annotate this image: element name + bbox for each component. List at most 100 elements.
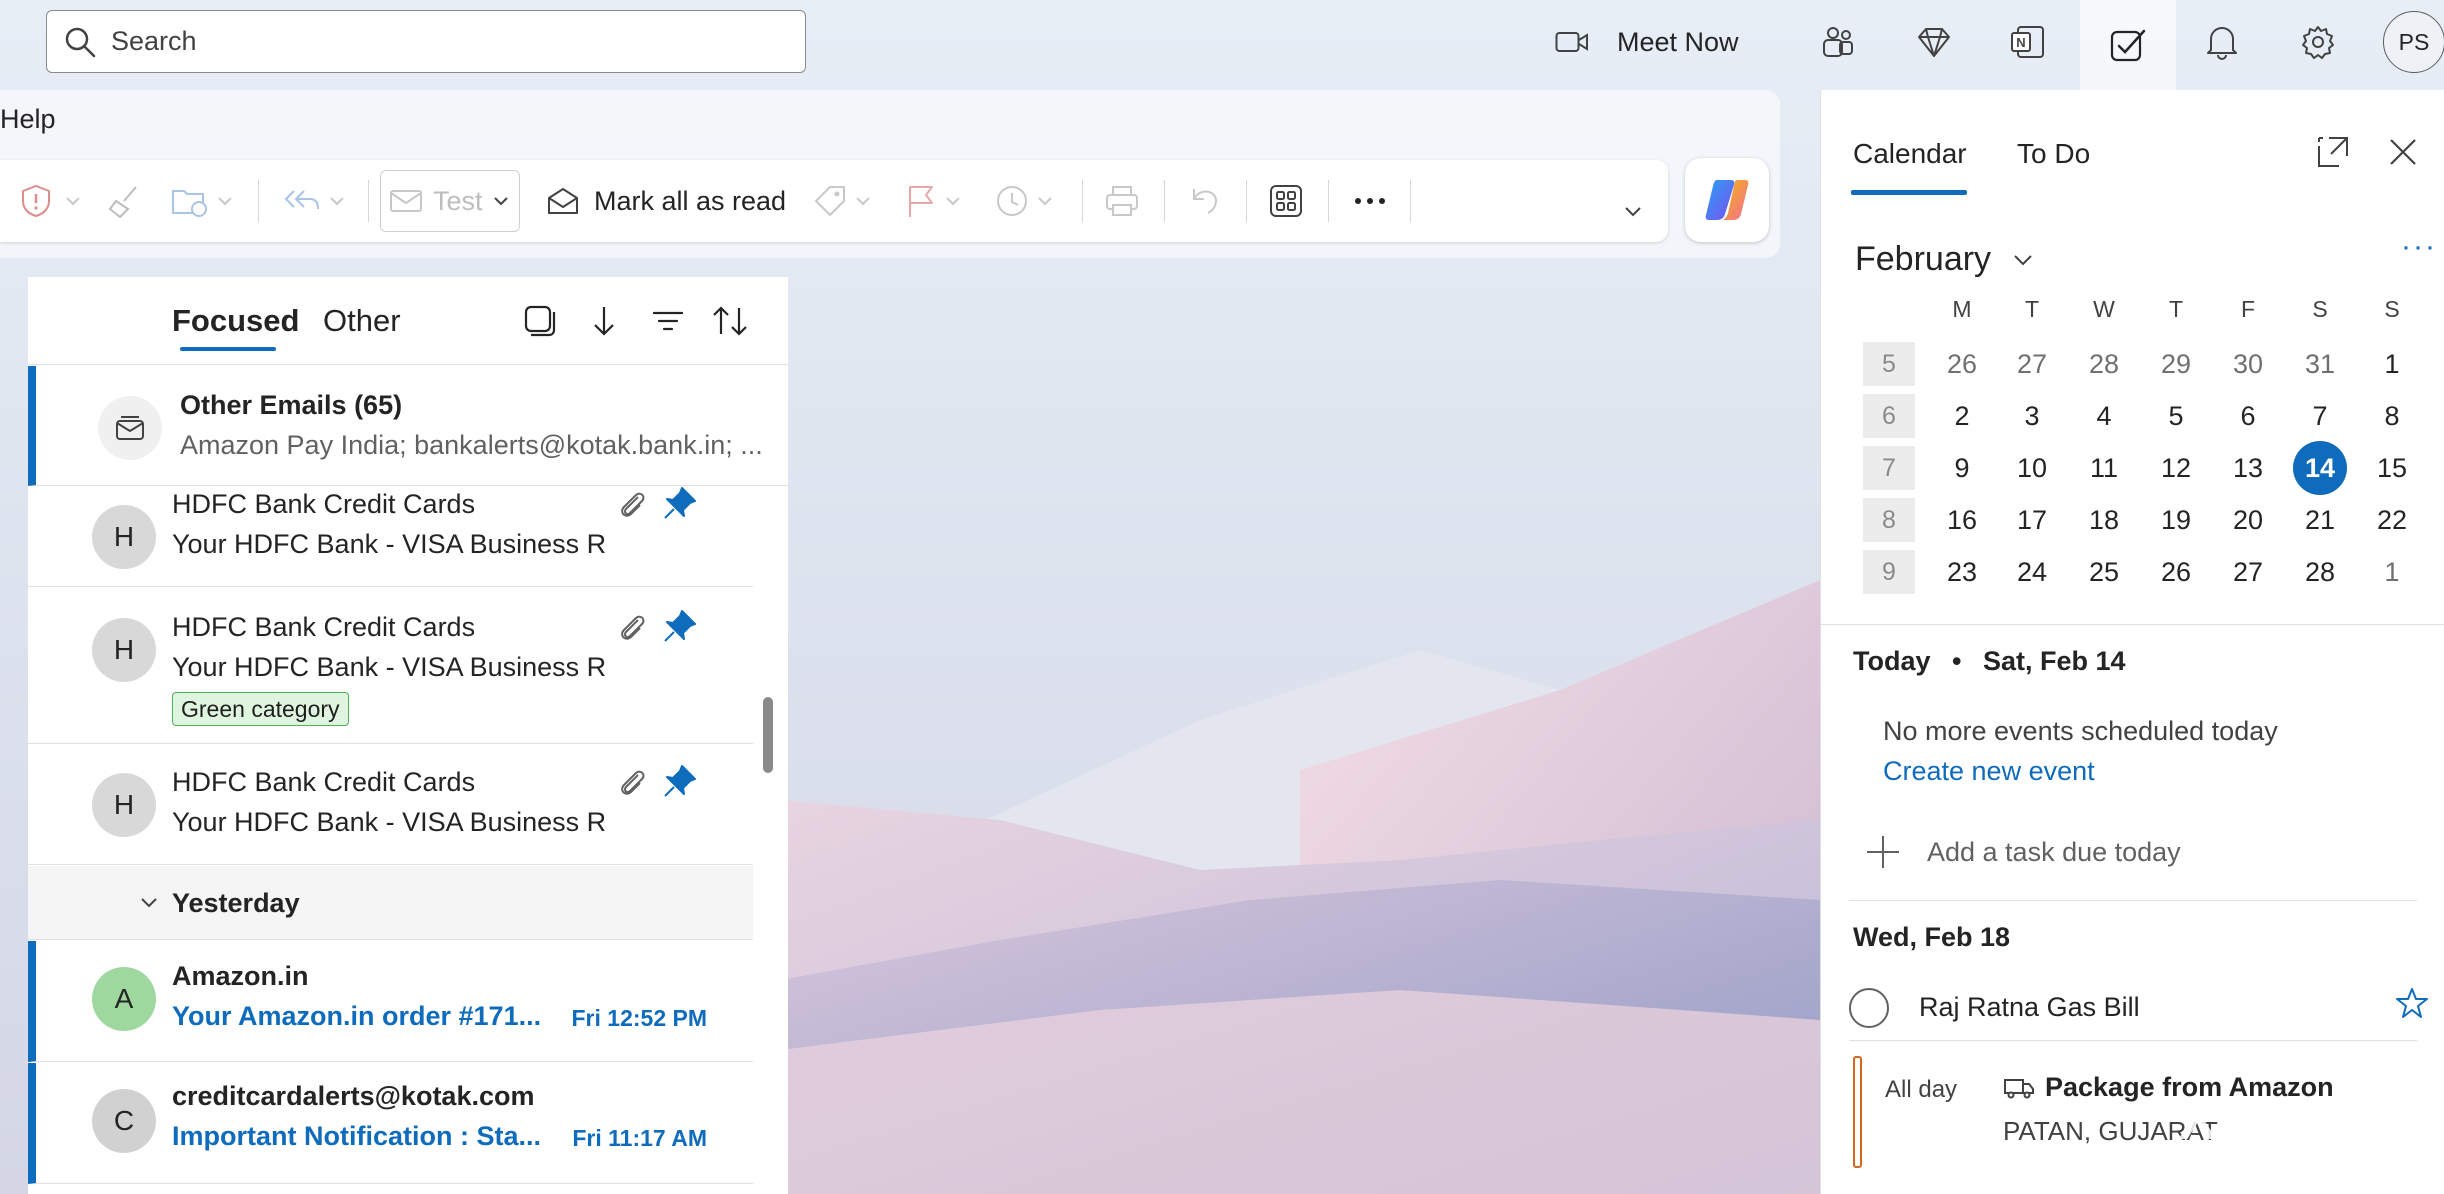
calendar-day[interactable]: 18: [2076, 494, 2132, 546]
teams-icon[interactable]: [1810, 14, 1866, 70]
divider: [1821, 624, 2444, 625]
reply-all-button[interactable]: [282, 160, 348, 242]
tab-todo[interactable]: To Do: [2017, 138, 2090, 170]
calendar-day[interactable]: 25: [2076, 546, 2132, 598]
create-event-link[interactable]: Create new event: [1883, 756, 2095, 787]
other-emails-summary[interactable]: Other Emails (65) Amazon Pay India; bank…: [28, 366, 788, 486]
copilot-button[interactable]: [1685, 158, 1769, 242]
print-button[interactable]: [1104, 160, 1140, 242]
apps-button[interactable]: [1268, 160, 1304, 242]
undo-button[interactable]: [1186, 160, 1222, 242]
pin-icon[interactable]: [662, 608, 698, 644]
calendar-day[interactable]: 7: [2292, 390, 2348, 442]
calendar-day[interactable]: 10: [2004, 442, 2060, 494]
tab-focused[interactable]: Focused: [172, 303, 299, 339]
list-item[interactable]: C creditcardalerts@kotak.com Important N…: [28, 1063, 753, 1184]
pin-icon[interactable]: [662, 763, 698, 799]
task-complete-checkbox[interactable]: [1849, 988, 1889, 1028]
week-number[interactable]: 7: [1863, 446, 1915, 490]
flag-button[interactable]: [904, 160, 964, 242]
calendar-day[interactable]: 26: [1934, 338, 1990, 390]
list-item[interactable]: A Amazon.in Your Amazon.in order #171...…: [28, 941, 753, 1062]
calendar-day[interactable]: 15: [2364, 442, 2420, 494]
close-icon[interactable]: [2387, 136, 2419, 168]
calendar-day[interactable]: 17: [2004, 494, 2060, 546]
calendar-day[interactable]: 2: [1934, 390, 1990, 442]
calendar-day[interactable]: 1: [2364, 546, 2420, 598]
meet-now-button[interactable]: Meet Now: [1555, 20, 1739, 64]
more-options-button[interactable]: [1352, 160, 1388, 242]
calendar-day[interactable]: 20: [2220, 494, 2276, 546]
calendar-day[interactable]: 3: [2004, 390, 2060, 442]
task-item[interactable]: Raj Ratna Gas Bill: [1849, 978, 2429, 1038]
calendar-day[interactable]: 21: [2292, 494, 2348, 546]
more-options-icon[interactable]: ···: [2401, 230, 2437, 264]
calendar-day[interactable]: 12: [2148, 442, 2204, 494]
pin-icon[interactable]: [662, 485, 698, 521]
todo-icon[interactable]: [2080, 0, 2176, 90]
list-item[interactable]: H HDFC Bank Credit Cards Your HDFC Bank …: [28, 588, 753, 744]
avatar[interactable]: PS: [2383, 11, 2444, 73]
filter-icon[interactable]: [648, 301, 688, 341]
menu-help[interactable]: Help: [0, 104, 56, 135]
move-to-button[interactable]: [170, 160, 236, 242]
week-number[interactable]: 9: [1863, 550, 1915, 594]
list-item[interactable]: H HDFC Bank Credit Cards Your HDFC Bank …: [28, 745, 753, 865]
quick-step-dropdown[interactable]: [490, 160, 512, 242]
tag-icon: [815, 186, 845, 216]
month-picker[interactable]: February: [1855, 240, 2037, 279]
chevron-down-icon: [1625, 207, 1641, 217]
calendar-day[interactable]: 31: [2292, 338, 2348, 390]
calendar-day[interactable]: 4: [2076, 390, 2132, 442]
calendar-day[interactable]: 9: [1934, 442, 1990, 494]
report-button[interactable]: [18, 160, 84, 242]
calendar-day[interactable]: 24: [2004, 546, 2060, 598]
add-task-button[interactable]: Add a task due today: [1865, 834, 2181, 870]
bell-icon[interactable]: [2194, 14, 2250, 70]
ribbon-expand-button[interactable]: [1620, 170, 1646, 252]
premium-diamond-icon[interactable]: [1906, 14, 1962, 70]
list-item[interactable]: H HDFC Bank Credit Cards Your HDFC Bank …: [28, 487, 753, 587]
star-icon[interactable]: [2395, 986, 2429, 1020]
calendar-day[interactable]: 28: [2292, 546, 2348, 598]
calendar-day[interactable]: 16: [1934, 494, 1990, 546]
calendar-day[interactable]: 22: [2364, 494, 2420, 546]
jump-to-icon[interactable]: [584, 301, 624, 341]
toolbar-divider: [1410, 180, 1411, 222]
calendar-day[interactable]: 6: [2220, 390, 2276, 442]
select-icon[interactable]: [520, 301, 560, 341]
gear-icon[interactable]: [2290, 14, 2346, 70]
calendar-day[interactable]: 5: [2148, 390, 2204, 442]
calendar-day[interactable]: 19: [2148, 494, 2204, 546]
calendar-day[interactable]: 13: [2220, 442, 2276, 494]
week-number[interactable]: 8: [1863, 498, 1915, 542]
onenote-icon[interactable]: N: [2000, 14, 2056, 70]
pop-out-icon[interactable]: [2315, 134, 2351, 170]
scrollbar-thumb[interactable]: [763, 697, 773, 773]
calendar-day[interactable]: 27: [2004, 338, 2060, 390]
calendar-day[interactable]: 23: [1934, 546, 1990, 598]
calendar-day[interactable]: 1: [2364, 338, 2420, 390]
chevron-down-icon: [2014, 254, 2032, 265]
calendar-day[interactable]: 8: [2364, 390, 2420, 442]
week-number[interactable]: 5: [1863, 342, 1915, 386]
calendar-day[interactable]: 27: [2220, 546, 2276, 598]
calendar-day[interactable]: 11: [2076, 442, 2132, 494]
sweep-button[interactable]: [106, 160, 142, 242]
search-box[interactable]: Search: [46, 10, 806, 73]
envelope-open-icon: [548, 188, 578, 214]
group-header-yesterday[interactable]: Yesterday: [28, 866, 753, 940]
week-number[interactable]: 6: [1863, 394, 1915, 438]
calendar-day-today[interactable]: 14: [2292, 442, 2348, 494]
tab-other[interactable]: Other: [323, 303, 401, 339]
mark-all-read-button[interactable]: Mark all as read: [546, 160, 786, 242]
calendar-day[interactable]: 28: [2076, 338, 2132, 390]
categorize-button[interactable]: [812, 160, 874, 242]
calendar-day[interactable]: 26: [2148, 546, 2204, 598]
calendar-day[interactable]: 30: [2220, 338, 2276, 390]
snooze-button[interactable]: [994, 160, 1056, 242]
calendar-day[interactable]: 29: [2148, 338, 2204, 390]
calendar-event[interactable]: All day Package from Amazon PATAN, GUJAR…: [1853, 1056, 2429, 1168]
sort-icon[interactable]: [710, 301, 750, 341]
tab-calendar[interactable]: Calendar: [1853, 138, 1967, 170]
